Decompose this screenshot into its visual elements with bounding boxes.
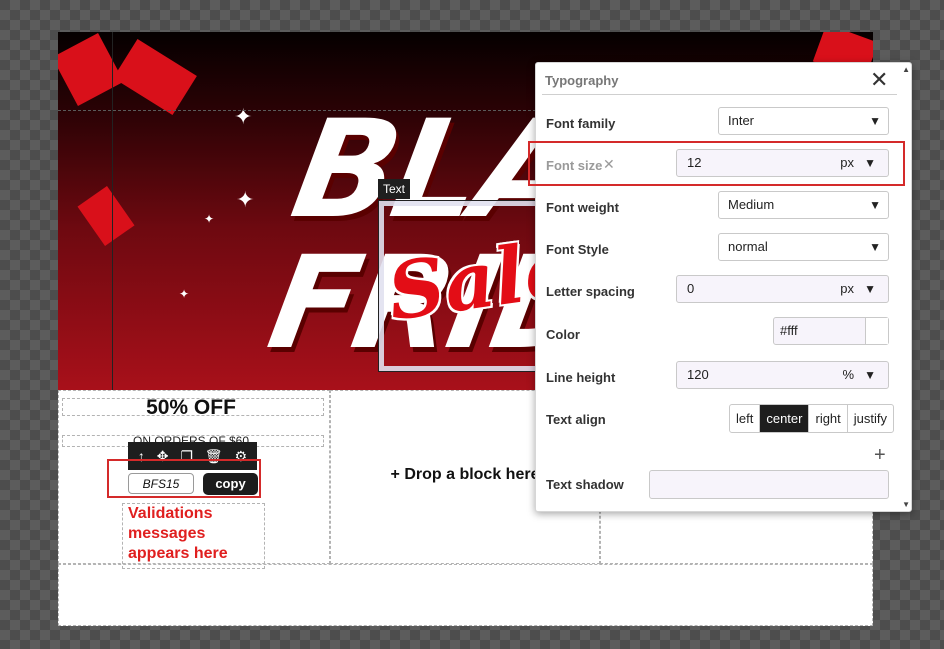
font-size-value: 12	[687, 155, 702, 170]
font-family-value: Inter	[728, 113, 755, 128]
font-size-label: Font size	[546, 158, 603, 173]
font-size-input[interactable]: 12 px ▼	[676, 149, 889, 177]
text-align-group: left center right justify	[729, 404, 895, 433]
element-type-label: Text	[378, 179, 411, 199]
line-height-unit[interactable]: %	[842, 362, 854, 388]
sparkle-icon: ✦	[179, 287, 190, 301]
letter-spacing-value: 0	[687, 281, 695, 296]
letter-spacing-input[interactable]: 0 px ▼	[676, 275, 889, 303]
color-input[interactable]: #fff	[773, 317, 889, 345]
color-swatch[interactable]	[865, 318, 888, 344]
ticket-decoration	[113, 38, 197, 116]
close-icon[interactable]: ✕	[870, 67, 888, 93]
font-family-label: Font family	[546, 116, 616, 131]
text-align-label: Text align	[546, 412, 606, 427]
panel-title: Typography	[545, 73, 619, 88]
font-style-value: normal	[728, 239, 768, 254]
text-shadow-label: Text shadow	[546, 477, 624, 492]
ticket-decoration	[77, 186, 135, 246]
divider	[542, 94, 897, 95]
coupon-code-field[interactable]: BFS15	[128, 473, 194, 494]
align-justify-button[interactable]: justify	[846, 405, 893, 432]
chevron-down-icon: ▼	[869, 198, 881, 212]
font-weight-label: Font weight	[546, 200, 619, 215]
offer-title: 50% OFF	[146, 396, 236, 419]
letter-spacing-unit[interactable]: px	[840, 276, 854, 302]
chevron-down-icon: ▼	[869, 240, 881, 254]
chevron-down-icon[interactable]: ▼	[864, 150, 876, 176]
chevron-down-icon: ▼	[869, 114, 881, 128]
chevron-down-icon[interactable]: ▼	[864, 362, 876, 388]
color-label: Color	[546, 327, 580, 342]
validation-message: Validations messages appears here	[128, 505, 228, 562]
layout-guide	[112, 32, 113, 390]
line-height-input[interactable]: 120 % ▼	[676, 361, 889, 389]
copy-button[interactable]: copy	[203, 473, 258, 495]
text-shadow-field[interactable]	[649, 470, 889, 499]
font-family-select[interactable]: Inter ▼	[718, 107, 889, 135]
typography-panel: ▲ ▼ Typography ✕ Font family Inter ▼ Fon…	[528, 62, 912, 512]
font-style-label: Font Style	[546, 242, 609, 257]
font-weight-select[interactable]: Medium ▼	[718, 191, 889, 219]
ticket-decoration	[58, 33, 124, 106]
align-left-button[interactable]: left	[730, 405, 759, 432]
scroll-up-icon[interactable]: ▲	[902, 65, 910, 74]
chevron-down-icon[interactable]: ▼	[864, 276, 876, 302]
scroll-down-icon[interactable]: ▼	[902, 500, 910, 509]
font-style-select[interactable]: normal ▼	[718, 233, 889, 261]
font-weight-value: Medium	[728, 197, 775, 212]
add-text-shadow-icon[interactable]: +	[874, 444, 886, 467]
clear-icon[interactable]: ✕	[603, 156, 615, 173]
letter-spacing-label: Letter spacing	[546, 284, 635, 299]
color-value: #fff	[780, 323, 798, 338]
sparkle-icon: ✦	[204, 212, 215, 226]
align-right-button[interactable]: right	[808, 405, 846, 432]
align-center-button[interactable]: center	[759, 405, 809, 432]
line-height-label: Line height	[546, 370, 616, 385]
sparkle-icon: ✦	[236, 187, 255, 212]
line-height-value: 120	[687, 367, 709, 382]
font-size-unit[interactable]: px	[840, 150, 854, 176]
content-cell-bottom[interactable]	[58, 564, 873, 626]
